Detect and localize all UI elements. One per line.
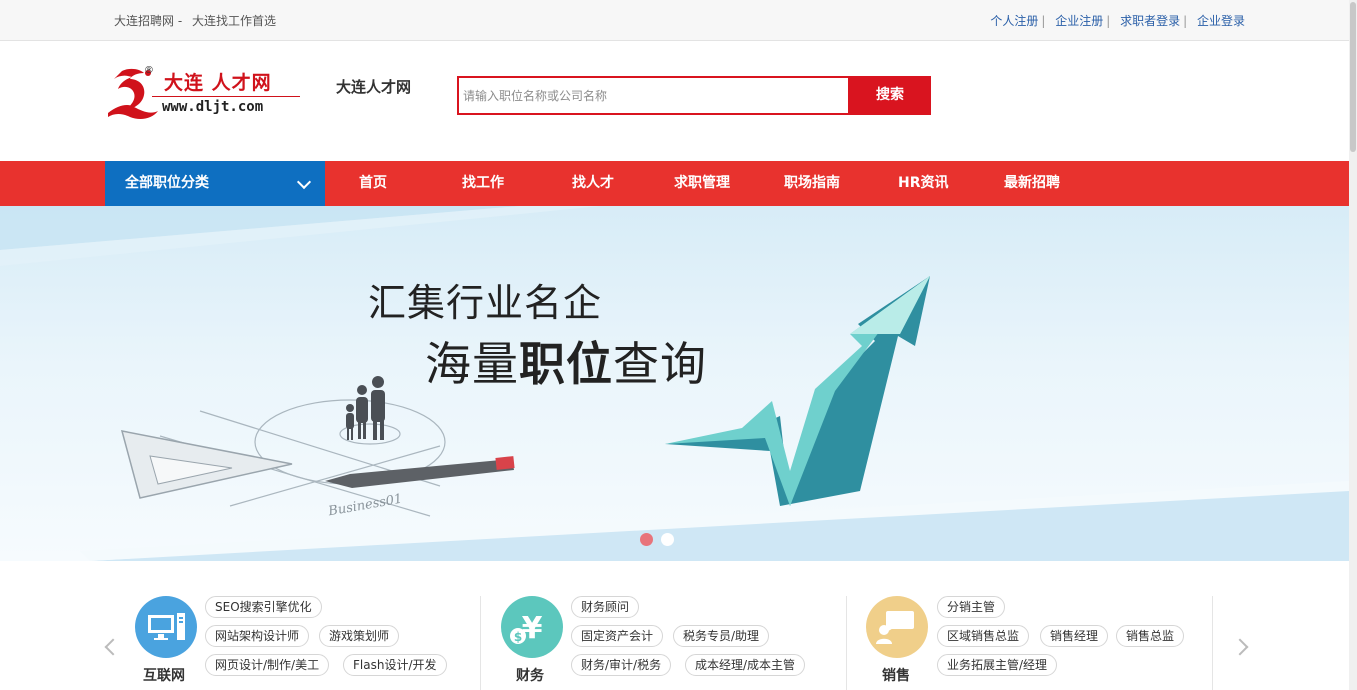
category-tag[interactable]: 财务顾问 xyxy=(571,596,640,618)
nav-item-hr-news[interactable]: HR资讯 xyxy=(898,161,949,206)
category-tag[interactable]: 分销主管 xyxy=(937,596,1006,618)
category-tag[interactable]: 固定资产会计 xyxy=(571,625,664,647)
category-name: 财务 xyxy=(516,668,544,684)
carousel-dots xyxy=(640,531,682,550)
nav-item-find-talent[interactable]: 找人才 xyxy=(572,161,614,206)
site-tagline-name: 大连招聘网 - xyxy=(114,14,183,28)
presenter-icon xyxy=(866,596,928,658)
divider xyxy=(846,596,847,690)
separator: | xyxy=(1183,14,1188,28)
category-tag[interactable]: 销售总监 xyxy=(1116,625,1185,647)
banner-headline: 汇集行业名企 xyxy=(368,281,603,325)
chevron-right-icon[interactable] xyxy=(1231,638,1249,656)
category-tag[interactable]: 销售经理 xyxy=(1040,625,1109,647)
category-finance: ¥ $ 财务 财务顾问 固定资产会计 税务专员/助理 财务/审计/税务 成本经理… xyxy=(501,596,831,690)
category-sales: 销售 分销主管 区域销售总监 销售经理 销售总监 业务拓展主管/经理 xyxy=(866,596,1196,690)
registered-mark: ® xyxy=(144,65,154,76)
personal-register-link[interactable]: 个人注册 xyxy=(990,14,1038,28)
job-categories: 互联网 SEO搜索引擎优化 网站架构设计师 游戏策划师 网页设计/制作/美工 F… xyxy=(0,561,1349,690)
category-tag[interactable]: 成本经理/成本主管 xyxy=(685,654,806,676)
scrollbar-thumb[interactable] xyxy=(1350,2,1356,152)
category-tag[interactable]: SEO搜索引擎优化 xyxy=(205,596,322,618)
header: ® 大连 人才网 www.dljt.com 大连人才网 搜索 xyxy=(0,41,1349,161)
logo-url: www.dljt.com xyxy=(162,99,264,115)
svg-text:¥: ¥ xyxy=(522,611,543,646)
all-categories-label: 全部职位分类 xyxy=(125,175,209,191)
carousel-dot-active[interactable] xyxy=(640,533,653,546)
chevron-down-icon xyxy=(296,174,312,190)
carousel-dot[interactable] xyxy=(661,533,674,546)
search-box xyxy=(457,76,850,115)
company-register-link[interactable]: 企业注册 xyxy=(1055,14,1103,28)
hero-banner[interactable]: 汇集行业名企 海量职位查询 Business01 xyxy=(0,206,1349,561)
all-categories-dropdown[interactable]: 全部职位分类 xyxy=(105,161,325,206)
category-name: 互联网 xyxy=(143,668,185,684)
site-tagline: 大连招聘网 - 大连找工作首选 xyxy=(114,12,282,29)
logo-text: 大连 人才网 xyxy=(164,72,272,94)
site-name: 大连人才网 xyxy=(336,78,412,96)
company-login-link[interactable]: 企业登录 xyxy=(1197,14,1245,28)
banner-subheadline-bold: 职位 xyxy=(519,337,613,391)
nav-item-home[interactable]: 首页 xyxy=(359,161,387,206)
jobseeker-login-link[interactable]: 求职者登录 xyxy=(1120,14,1180,28)
page-scrollbar[interactable] xyxy=(1349,0,1357,690)
category-tag[interactable]: 网页设计/制作/美工 xyxy=(205,654,330,676)
nav-item-latest-jobs[interactable]: 最新招聘 xyxy=(1004,161,1060,206)
nav-item-job-management[interactable]: 求职管理 xyxy=(674,161,730,206)
search-input[interactable] xyxy=(463,86,843,106)
banner-subheadline: 海量职位查询 xyxy=(425,328,707,394)
nav-item-career-guide[interactable]: 职场指南 xyxy=(784,161,840,206)
category-tag[interactable]: Flash设计/开发 xyxy=(343,654,447,676)
logo-figure-icon xyxy=(108,68,158,119)
category-tag[interactable]: 区域销售总监 xyxy=(937,625,1030,647)
category-tag[interactable]: 网站架构设计师 xyxy=(205,625,310,647)
category-tag[interactable]: 财务/审计/税务 xyxy=(571,654,672,676)
separator: | xyxy=(1041,14,1046,28)
category-tag[interactable]: 税务专员/助理 xyxy=(673,625,770,647)
category-internet: 互联网 SEO搜索引擎优化 网站架构设计师 游戏策划师 网页设计/制作/美工 F… xyxy=(135,596,465,690)
banner-subheadline-a: 海量 xyxy=(425,337,519,391)
account-links: 个人注册 | 企业注册 | 求职者登录 | 企业登录 xyxy=(990,12,1245,29)
monitor-icon xyxy=(135,596,197,658)
category-tag[interactable]: 游戏策划师 xyxy=(319,625,400,647)
search-button[interactable]: 搜索 xyxy=(849,76,931,115)
category-tag[interactable]: 业务拓展主管/经理 xyxy=(937,654,1058,676)
logo-underline xyxy=(152,96,300,97)
currency-icon: ¥ $ xyxy=(501,596,563,658)
nav-item-find-job[interactable]: 找工作 xyxy=(462,161,504,206)
separator: | xyxy=(1106,14,1111,28)
divider xyxy=(480,596,481,690)
search-bar: 搜索 xyxy=(457,76,931,115)
main-nav: 全部职位分类 首页 找工作 找人才 求职管理 职场指南 HR资讯 最新招聘 xyxy=(0,161,1349,206)
site-tagline-slogan: 大连找工作首选 xyxy=(191,14,276,28)
banner-subheadline-c: 查询 xyxy=(613,337,707,391)
chevron-left-icon[interactable] xyxy=(104,638,122,656)
top-bar: 大连招聘网 - 大连找工作首选 个人注册 | 企业注册 | 求职者登录 | 企业登录 xyxy=(0,0,1349,41)
svg-text:$: $ xyxy=(514,630,522,644)
divider xyxy=(1212,596,1213,690)
site-logo[interactable]: ® 大连 人才网 www.dljt.com xyxy=(104,65,304,123)
category-name: 销售 xyxy=(882,668,910,684)
